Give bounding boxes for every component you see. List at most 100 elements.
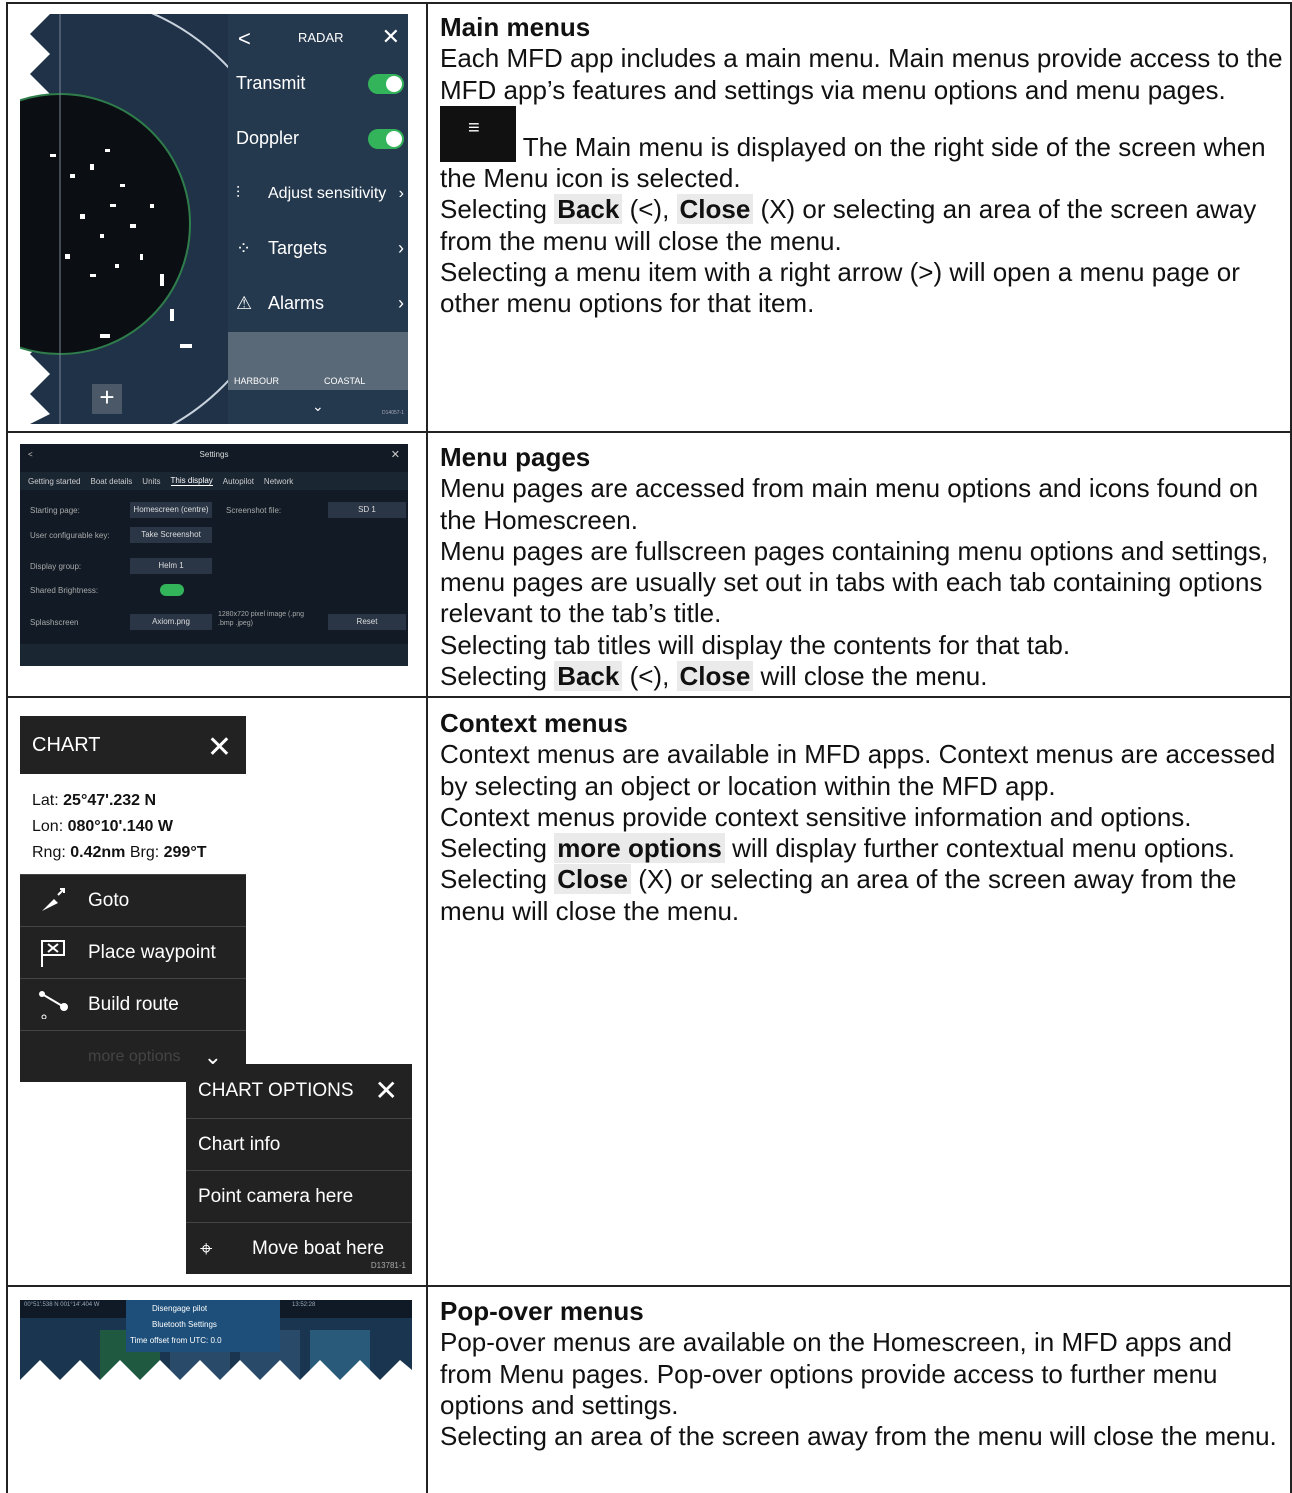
display-group-select[interactable]: Helm 1 — [130, 558, 212, 574]
table-border — [426, 2, 428, 1493]
zoom-in-icon[interactable]: + — [99, 382, 114, 412]
preset-harbour[interactable]: HARBOUR — [234, 376, 279, 386]
reset-button[interactable]: Reset — [328, 614, 406, 630]
menu-item-label: Doppler — [236, 128, 300, 148]
menu-item-transmit[interactable]: Transmit — [228, 56, 408, 111]
table-border — [6, 2, 1292, 4]
close-icon[interactable]: ✕ — [207, 730, 232, 765]
goto-icon — [42, 888, 65, 911]
position-readout: 00°51'.538 N 001°14'.404 W — [24, 1302, 100, 1308]
menu-item-point-camera[interactable]: Point camera here — [186, 1170, 412, 1222]
menu-item-label: Goto — [88, 889, 130, 911]
menu-item-targets[interactable]: ⁘ Targets › — [228, 221, 408, 276]
preset-coastal[interactable]: COASTAL — [324, 376, 365, 386]
radar-display: + — [20, 14, 228, 424]
close-icon[interactable]: ✕ — [391, 448, 400, 461]
figure-code: D14057-1 — [382, 410, 404, 416]
radar-main-menu: < RADAR ✕ Transmit Doppler ⫶ Adjust sens… — [228, 14, 408, 424]
tab-this-display[interactable]: This display — [170, 476, 213, 486]
close-icon[interactable]: ✕ — [375, 1074, 398, 1107]
menu-item-alarms[interactable]: ⚠ Alarms › — [228, 276, 408, 331]
popover-screenshot: 00°51'.538 N 001°14'.404 W Disengage pil… — [20, 1300, 412, 1380]
paragraph: Selecting more options will display furt… — [440, 833, 1236, 864]
menu-title: RADAR — [298, 30, 344, 45]
section-heading: Main menus — [440, 12, 591, 42]
tab-units[interactable]: Units — [142, 477, 160, 486]
paragraph: ≡ The Main menu is displayed on the righ… — [440, 105, 1285, 195]
chevron-right-icon: › — [398, 293, 404, 313]
paragraph: Selecting Back (<), Close will close the… — [440, 661, 988, 692]
tab-getting-started[interactable]: Getting started — [28, 477, 80, 486]
more-options-label: more options — [88, 1047, 181, 1065]
preset-selector[interactable]: HARBOUR COASTAL — [228, 332, 408, 390]
paragraph: Selecting an area of the screen away fro… — [440, 1421, 1277, 1452]
table-border — [6, 696, 1292, 698]
clock: 13:52:28 — [292, 1302, 316, 1308]
popover-item-bluetooth[interactable]: Bluetooth Settings — [126, 1316, 280, 1332]
menu-item-label: Alarms — [268, 293, 325, 313]
menu-item-label: Targets — [268, 238, 328, 258]
table-border — [6, 1285, 1292, 1287]
popover-item-time-offset: Time offset from UTC: 0.0 — [130, 1336, 222, 1345]
context-menu-title: CHART — [32, 733, 101, 756]
radar-screenshot: + < RADAR ✕ Transmit Doppler ⫶ Adjust se… — [20, 14, 408, 424]
paragraph: Context menus provide context sensitive … — [440, 801, 1192, 832]
setting-label: Splashscreen — [30, 618, 79, 627]
chevron-right-icon: › — [398, 238, 404, 258]
screenshot-file-select[interactable]: SD 1 — [328, 502, 406, 518]
sliders-icon: ⫶ — [236, 184, 241, 202]
starting-page-select[interactable]: Homescreen (centre) — [130, 502, 212, 518]
paragraph: Selecting Close (X) or selecting an area… — [440, 864, 1237, 926]
menu-item-adjust-sensitivity[interactable]: ⫶ Adjust sensitivity › — [228, 166, 408, 221]
tab-autopilot[interactable]: Autopilot — [223, 477, 254, 486]
back-icon[interactable]: < — [238, 26, 251, 52]
chart-context-menu: CHART ✕ Lat: 25°47'.232 N Lon: 080°10'.1… — [20, 716, 246, 1082]
tab-boat-details[interactable]: Boat details — [90, 477, 132, 486]
chevron-right-icon: › — [398, 184, 404, 202]
scroll-hint — [20, 644, 408, 666]
menu-icon: ≡ — [440, 105, 516, 162]
splashscreen-select[interactable]: Axiom.png — [130, 614, 212, 630]
menu-item-goto[interactable]: Goto — [20, 874, 246, 926]
shared-brightness-toggle[interactable] — [160, 584, 184, 596]
popover-menu: Disengage pilot Bluetooth Settings Time … — [126, 1300, 280, 1352]
chart-options-menu: CHART OPTIONS ✕ Chart info Point camera … — [186, 1064, 412, 1274]
chart-options-title: CHART OPTIONS — [198, 1080, 354, 1101]
paragraph: Each MFD app includes a main menu. Main … — [440, 43, 1283, 105]
latitude: Lat: 25°47'.232 N — [32, 792, 157, 809]
paragraph: Menu pages are accessed from main menu o… — [440, 473, 1259, 535]
close-icon[interactable]: ✕ — [382, 24, 400, 50]
paragraph: Menu pages are fullscreen pages containi… — [440, 535, 1269, 629]
table-border — [6, 431, 1292, 433]
menu-item-doppler[interactable]: Doppler — [228, 111, 408, 166]
setting-label: User configurable key: — [30, 531, 110, 540]
paragraph: Context menus are available in MFD apps.… — [440, 739, 1276, 801]
setting-label: Display group: — [30, 562, 82, 571]
chevron-down-icon[interactable]: ⌄ — [312, 398, 324, 415]
position-info: Lat: 25°47'.232 N Lon: 080°10'.140 W Rng… — [20, 774, 246, 874]
user-key-select[interactable]: Take Screenshot — [130, 527, 212, 543]
paragraph: Selecting tab titles will display the co… — [440, 629, 1071, 660]
main-menus-description: Main menus Each MFD app includes a main … — [440, 12, 1285, 320]
settings-tabs: Getting started Boat details Units This … — [20, 472, 408, 490]
section-heading: Context menus — [440, 708, 628, 738]
popover-item-disengage[interactable]: Disengage pilot — [126, 1300, 280, 1316]
context-menu-header: CHART ✕ — [20, 716, 246, 774]
route-icon — [39, 991, 68, 1019]
menu-item-move-boat[interactable]: ⌖ Move boat here D13781-1 — [186, 1222, 412, 1274]
figure-code: D13781-1 — [370, 1261, 406, 1270]
move-boat-icon: ⌖ — [200, 1235, 213, 1261]
paragraph: Selecting Back (<), Close (X) or selecti… — [440, 194, 1257, 256]
tab-network[interactable]: Network — [264, 477, 293, 486]
menu-item-label: Transmit — [236, 73, 306, 93]
table-border — [6, 2, 8, 1493]
menu-item-chart-info[interactable]: Chart info — [186, 1118, 412, 1170]
transmit-toggle[interactable] — [368, 73, 404, 94]
doppler-toggle[interactable] — [368, 128, 404, 149]
menu-item-build-route[interactable]: Build route — [20, 978, 246, 1030]
menu-item-place-waypoint[interactable]: Place waypoint — [20, 926, 246, 978]
alarm-icon: ⚠ — [236, 293, 253, 313]
menu-item-label: Adjust sensitivity — [268, 184, 387, 202]
setting-label: Screenshot file: — [226, 506, 282, 515]
splashscreen-note: 1280x720 pixel image (.png .bmp .jpeg) — [218, 611, 305, 627]
